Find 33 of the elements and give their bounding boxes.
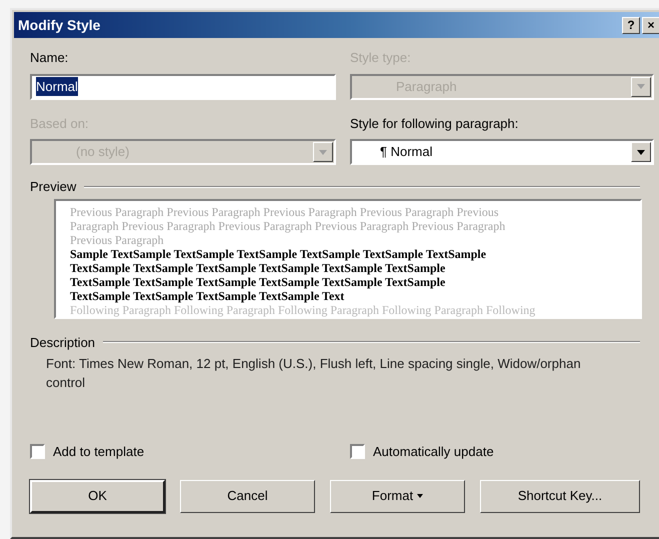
description-text: Font: Times New Roman, 12 pt, English (U.S.), Flush left, Line spacing single, Widow/orphan control bbox=[46, 355, 582, 392]
preview-label: Preview bbox=[30, 178, 76, 196]
preview-text-line: TextSample TextSample TextSample TextSample Text bbox=[70, 288, 344, 302]
dialog-button[interactable]: Format bbox=[330, 480, 465, 512]
checkbox-label: Automatically update bbox=[373, 443, 494, 461]
preview-text-line: Sample TextSample TextSample TextSample TextSample TextSample TextSample bbox=[70, 246, 486, 260]
checkbox[interactable] bbox=[30, 444, 45, 460]
preview-text-line: Previous Paragraph Previous Paragraph Previous Paragraph Previous Paragraph Previous bbox=[70, 204, 499, 218]
caret-icon bbox=[637, 84, 645, 89]
name-input-field[interactable]: Normal bbox=[30, 74, 336, 100]
help-button[interactable]: ? bbox=[622, 16, 640, 34]
preview-text-line: Paragraph Previous Paragraph Previous Paragraph Previous Paragraph Previous Paragraph bbox=[70, 218, 506, 232]
checkbox-label: Add to template bbox=[53, 443, 144, 461]
preview-text-line: Previous Paragraph bbox=[70, 232, 164, 246]
following-style-label: Style for following paragraph: bbox=[350, 114, 520, 133]
caret-icon bbox=[319, 150, 327, 154]
dropdown-button[interactable] bbox=[631, 142, 651, 162]
description-label: Description bbox=[30, 334, 96, 352]
caret-icon bbox=[637, 150, 645, 154]
dialog-button[interactable]: Shortcut Key... bbox=[480, 480, 640, 512]
caret-icon bbox=[417, 494, 424, 498]
name-label: Name: bbox=[30, 49, 70, 67]
dialog-button[interactable]: Cancel bbox=[180, 480, 315, 512]
dropdown-value: ¶ Normal bbox=[379, 143, 432, 162]
preview-text-line: TextSample TextSample TextSample TextSample TextSample TextSample bbox=[70, 274, 446, 288]
dialog-button[interactable]: OK bbox=[30, 480, 165, 512]
preview-text-line: Following Paragraph Following Paragraph Following Paragraph Following Paragraph Following bbox=[70, 302, 536, 316]
preview-text-line: TextSample TextSample TextSample TextSample TextSample TextSample bbox=[70, 260, 446, 274]
checkbox[interactable] bbox=[350, 444, 365, 460]
style-dropdown[interactable]: ¶ Normal bbox=[350, 139, 654, 165]
name-value: Normal bbox=[36, 76, 78, 96]
window-title: Modify Style bbox=[18, 16, 100, 35]
close-button[interactable]: × bbox=[642, 16, 659, 34]
